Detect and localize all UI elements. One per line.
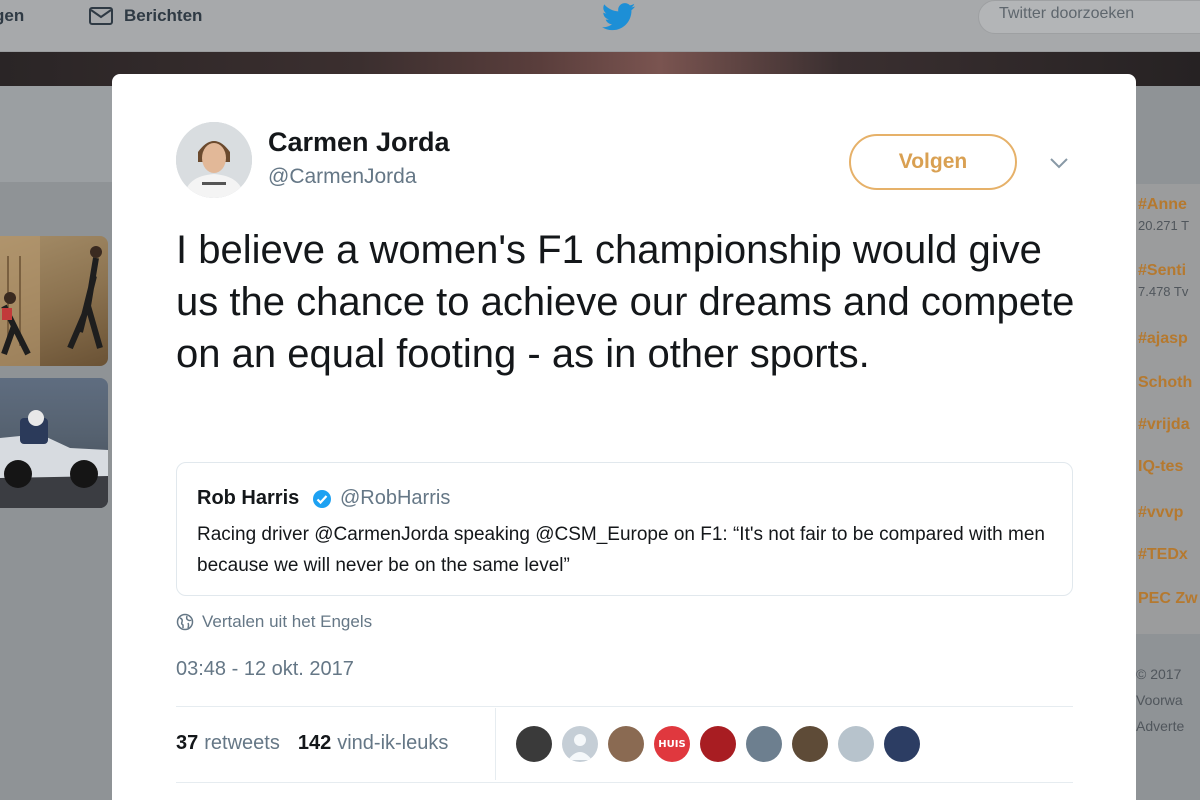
likes-label[interactable]: vind-ik-leuks — [337, 732, 448, 755]
racecar-photo-icon — [0, 410, 108, 508]
likes-count[interactable]: 142 — [298, 732, 331, 755]
search-input[interactable]: Twitter doorzoeken — [978, 0, 1200, 34]
trend-item[interactable]: #Senti — [1138, 262, 1200, 280]
huis-logo-text: HUIS — [658, 738, 686, 750]
stats-divider-top — [176, 706, 1073, 707]
media-thumbnail-racecar[interactable] — [0, 378, 108, 508]
nav-notifications-partial[interactable]: gen — [0, 6, 24, 26]
left-profile-card — [0, 86, 112, 182]
globe-icon — [176, 613, 194, 631]
author-handle[interactable]: @CarmenJorda — [268, 165, 417, 189]
avatar-photo-icon[interactable] — [792, 726, 828, 762]
trend-item[interactable]: #TEDx — [1138, 546, 1200, 564]
trends-panel — [1136, 184, 1200, 634]
sidebar-footer-link[interactable]: Voorwa — [1136, 692, 1200, 708]
avatar-photo-icon[interactable] — [884, 726, 920, 762]
trend-item[interactable]: Schoth — [1138, 374, 1200, 392]
nav-messages-label: Berichten — [124, 6, 203, 25]
avatar-photo-icon[interactable] — [746, 726, 782, 762]
trend-tweet-count: 7.478 Tv — [1138, 284, 1189, 299]
default-avatar-icon[interactable] — [562, 726, 598, 762]
avatar-photo-icon[interactable] — [700, 726, 736, 762]
author-name[interactable]: Carmen Jorda — [268, 127, 450, 158]
verified-badge-icon — [313, 490, 331, 508]
retweets-count[interactable]: 37 — [176, 732, 198, 755]
author-avatar[interactable] — [176, 122, 252, 198]
nav-notifications-label: gen — [0, 6, 25, 25]
sidebar-footer-link[interactable]: Adverte — [1136, 718, 1200, 734]
quoted-author-name: Rob Harris — [197, 487, 300, 509]
trend-tweet-count: 20.271 T — [1138, 218, 1190, 233]
author-photo-icon — [176, 122, 252, 198]
translate-label: Vertalen uit het Engels — [202, 612, 373, 631]
quoted-tweet[interactable]: Rob Harris @RobHarris Racing driver @Car… — [176, 462, 1073, 596]
quoted-tweet-text: Racing driver @CarmenJorda speaking @CSM… — [197, 524, 1045, 576]
trend-item[interactable]: PEC Zw — [1138, 590, 1200, 608]
tweet-timestamp: 03:48 - 12 okt. 2017 — [176, 658, 354, 680]
envelope-icon — [89, 7, 113, 25]
quoted-author-handle: @RobHarris — [340, 487, 451, 509]
stats-separator — [495, 708, 496, 780]
avatar-photo-icon[interactable] — [608, 726, 644, 762]
trend-item[interactable]: IQ-tes — [1138, 458, 1200, 476]
avatar-photo-icon[interactable] — [838, 726, 874, 762]
trend-item[interactable]: #vvvp — [1138, 504, 1200, 522]
huis-logo-icon[interactable]: HUIS — [654, 726, 690, 762]
nav-messages[interactable]: Berichten — [88, 6, 202, 26]
avatar-photo-icon[interactable] — [516, 726, 552, 762]
follow-button[interactable]: Volgen — [849, 134, 1017, 190]
tweet-stats: 37 retweets 142 vind-ik-leuks — [176, 732, 448, 755]
media-thumbnail-yoga[interactable] — [0, 236, 108, 366]
twitter-bird-icon[interactable] — [602, 3, 636, 31]
tweet-text: I believe a women's F1 championship woul… — [176, 228, 1075, 376]
stats-divider-bottom — [176, 782, 1073, 783]
retweets-label[interactable]: retweets — [204, 732, 280, 755]
chevron-down-icon[interactable] — [1049, 157, 1069, 169]
yoga-photo-icon — [0, 236, 103, 366]
search-placeholder: Twitter doorzoeken — [999, 5, 1135, 22]
trend-item[interactable]: #ajasp — [1138, 330, 1200, 348]
top-nav-bar: gen Berichten Twitter doorzoeken — [0, 0, 1200, 52]
trend-item[interactable]: #vrijda — [1138, 416, 1200, 434]
translate-link[interactable]: Vertalen uit het Engels — [176, 612, 372, 632]
trend-item[interactable]: #Anne — [1138, 196, 1200, 214]
sidebar-footer-link[interactable]: © 2017 — [1136, 666, 1200, 682]
